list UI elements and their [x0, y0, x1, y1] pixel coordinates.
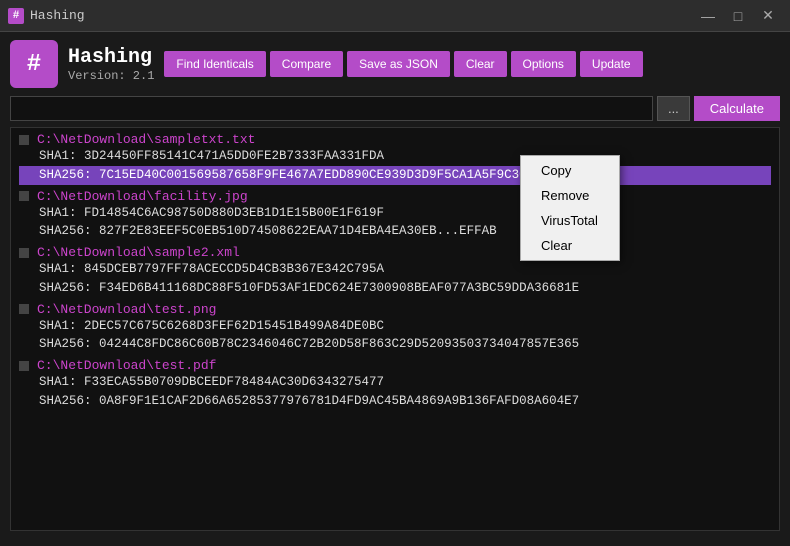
- context-menu-item-clear[interactable]: Clear: [521, 233, 619, 258]
- file-path: C:\NetDownload\facility.jpg: [19, 189, 771, 204]
- hash-line[interactable]: SHA256: 7C15ED40C001569587658F9FE467A7ED…: [19, 166, 771, 185]
- file-path-icon: [19, 304, 29, 314]
- file-entry: C:\NetDownload\sample2.xmlSHA1: 845DCEB7…: [19, 245, 771, 298]
- toolbar: Find Identicals Compare Save as JSON Cle…: [164, 51, 780, 77]
- hash-line[interactable]: SHA256: 0A8F9F1E1CAF2D66A65285377976781D…: [19, 392, 771, 411]
- app-title-block: Hashing Version: 2.1: [68, 46, 154, 83]
- main-content[interactable]: C:\NetDownload\sampletxt.txtSHA1: 3D2445…: [10, 127, 780, 531]
- file-path-text: C:\NetDownload\test.pdf: [37, 358, 216, 373]
- file-entry: C:\NetDownload\facility.jpgSHA1: FD14854…: [19, 189, 771, 242]
- save-as-json-button[interactable]: Save as JSON: [347, 51, 450, 77]
- context-menu-item-virustotal[interactable]: VirusTotal: [521, 208, 619, 233]
- file-entry: C:\NetDownload\test.pdfSHA1: F33ECA55B07…: [19, 358, 771, 411]
- hash-line[interactable]: SHA1: 2DEC57C675C6268D3FEF62D15451B499A8…: [19, 317, 771, 336]
- options-button[interactable]: Options: [511, 51, 576, 77]
- file-path: C:\NetDownload\test.pdf: [19, 358, 771, 373]
- hash-line[interactable]: SHA256: 04244C8FDC86C60B78C2346046C72B20…: [19, 335, 771, 354]
- window-title: Hashing: [30, 8, 85, 23]
- context-menu: CopyRemoveVirusTotalClear: [520, 155, 620, 261]
- title-bar-left: # Hashing: [8, 8, 85, 24]
- maximize-button[interactable]: □: [724, 5, 752, 27]
- compare-button[interactable]: Compare: [270, 51, 343, 77]
- file-path-text: C:\NetDownload\sample2.xml: [37, 245, 240, 260]
- file-path-text: C:\NetDownload\test.png: [37, 302, 216, 317]
- file-path-icon: [19, 135, 29, 145]
- hash-line[interactable]: SHA256: 827F2E83EEF5C0EB510D74508622EAA7…: [19, 222, 771, 241]
- file-path-text: C:\NetDownload\facility.jpg: [37, 189, 248, 204]
- hash-line[interactable]: SHA1: FD14854C6AC98750D880D3EB1D1E15B00E…: [19, 204, 771, 223]
- app-icon: #: [8, 8, 24, 24]
- update-button[interactable]: Update: [580, 51, 643, 77]
- calculate-button[interactable]: Calculate: [694, 96, 780, 121]
- context-menu-item-remove[interactable]: Remove: [521, 183, 619, 208]
- find-identicals-button[interactable]: Find Identicals: [164, 51, 265, 77]
- file-path: C:\NetDownload\sampletxt.txt: [19, 132, 771, 147]
- file-path: C:\NetDownload\test.png: [19, 302, 771, 317]
- minimize-button[interactable]: —: [694, 5, 722, 27]
- file-path-icon: [19, 191, 29, 201]
- search-input[interactable]: [10, 96, 653, 121]
- app-version: Version: 2.1: [68, 69, 154, 83]
- app-logo: #: [10, 40, 58, 88]
- close-button[interactable]: ✕: [754, 5, 782, 27]
- app-name: Hashing: [68, 46, 154, 69]
- file-path-text: C:\NetDownload\sampletxt.txt: [37, 132, 255, 147]
- file-path-icon: [19, 361, 29, 371]
- file-entry: C:\NetDownload\test.pngSHA1: 2DEC57C675C…: [19, 302, 771, 355]
- header: # Hashing Version: 2.1 Find Identicals C…: [0, 32, 790, 127]
- context-menu-item-copy[interactable]: Copy: [521, 158, 619, 183]
- file-entry: C:\NetDownload\sampletxt.txtSHA1: 3D2445…: [19, 132, 771, 185]
- header-top: # Hashing Version: 2.1 Find Identicals C…: [10, 40, 780, 88]
- hash-line[interactable]: SHA256: F34ED6B411168DC88F510FD53AF1EDC6…: [19, 279, 771, 298]
- browse-button[interactable]: ...: [657, 96, 690, 121]
- hash-line[interactable]: SHA1: F33ECA55B0709DBCEEDF78484AC30D6343…: [19, 373, 771, 392]
- title-bar: # Hashing — □ ✕: [0, 0, 790, 32]
- title-bar-controls: — □ ✕: [694, 5, 782, 27]
- search-row: ... Calculate: [10, 96, 780, 121]
- hash-line[interactable]: SHA1: 845DCEB7797FF78ACECCD5D4CB3B367E34…: [19, 260, 771, 279]
- clear-button[interactable]: Clear: [454, 51, 507, 77]
- file-path-icon: [19, 248, 29, 258]
- file-path: C:\NetDownload\sample2.xml: [19, 245, 771, 260]
- hash-line[interactable]: SHA1: 3D24450FF85141C471A5DD0FE2B7333FAA…: [19, 147, 771, 166]
